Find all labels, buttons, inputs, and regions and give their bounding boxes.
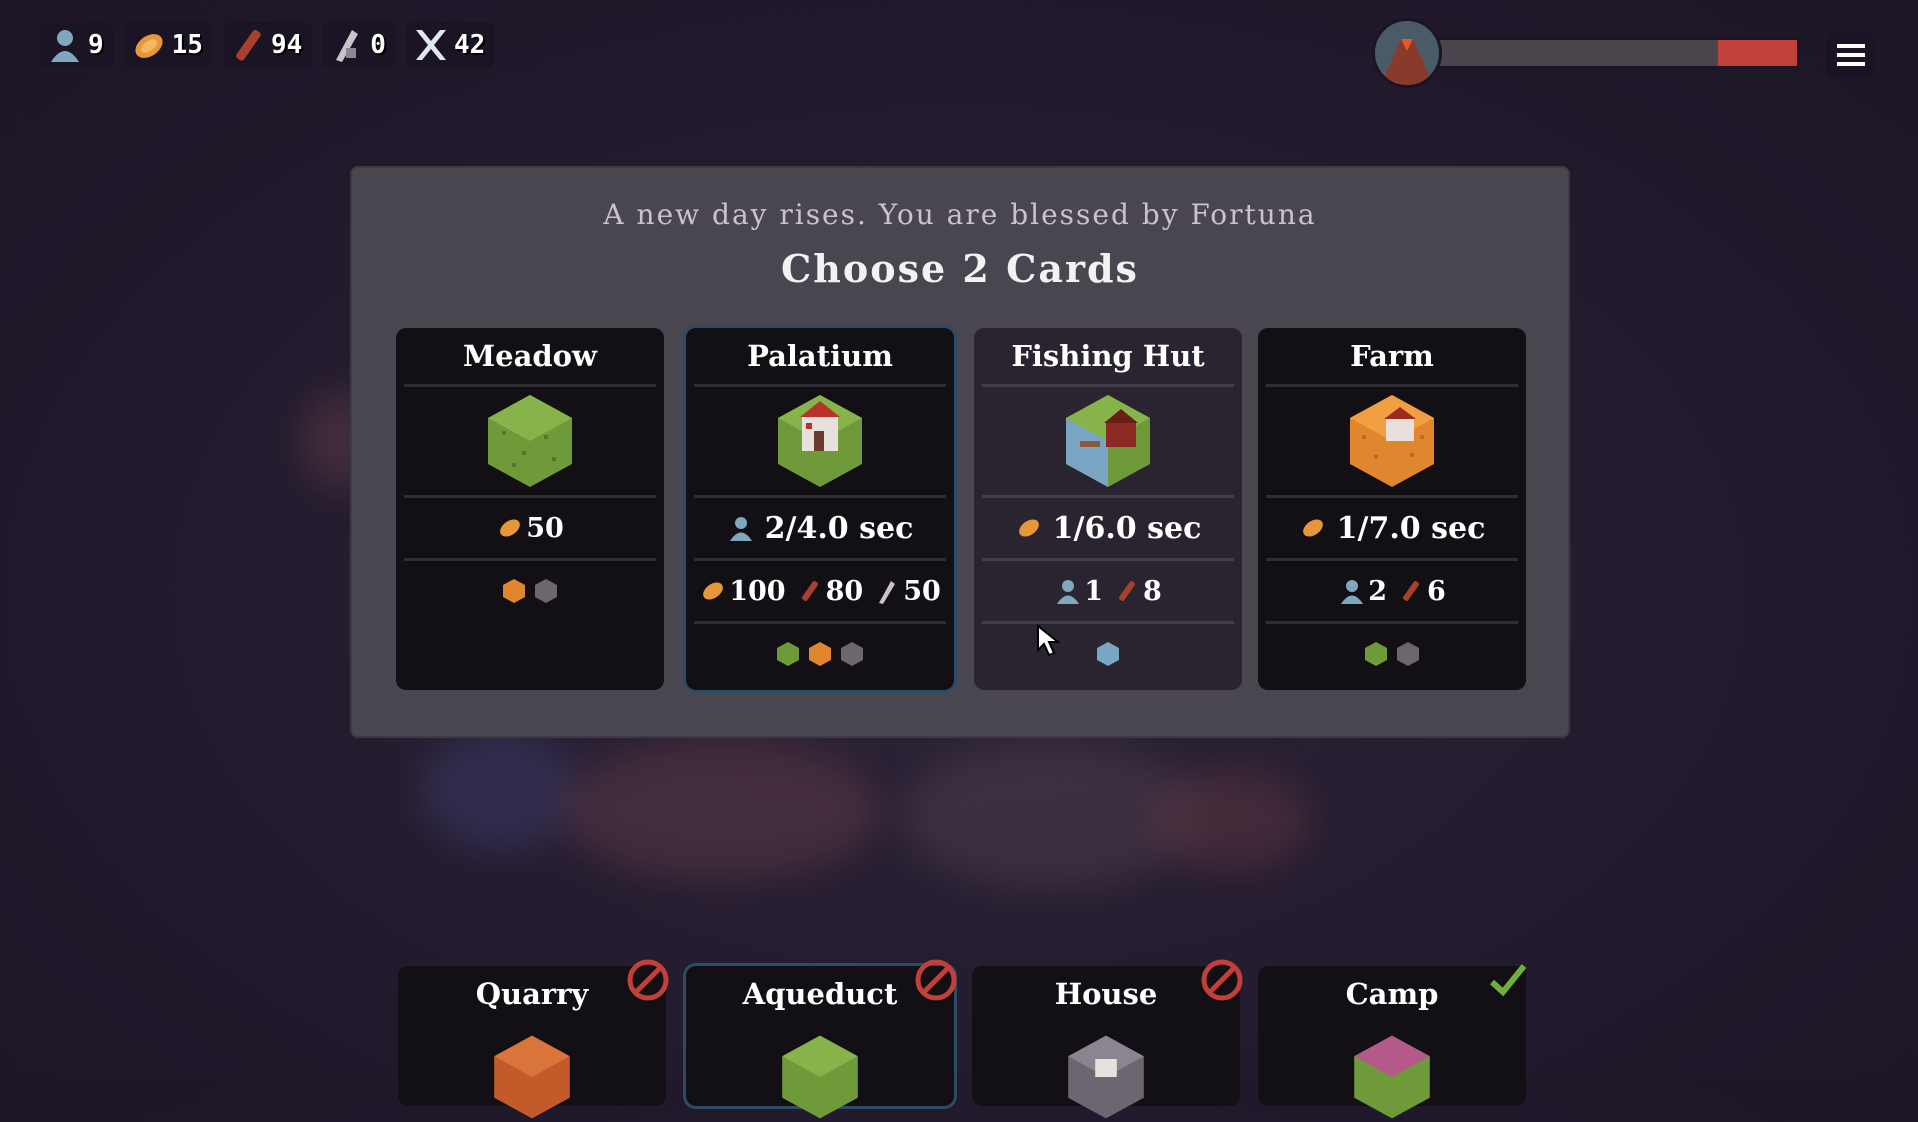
blocked-icon <box>915 959 957 1001</box>
card-farm[interactable]: Farm 1/7.0 sec 2 6 <box>1258 328 1526 690</box>
food-icon <box>1018 519 1039 537</box>
food-counter: 15 <box>123 22 213 68</box>
population-icon <box>1057 580 1080 604</box>
card-cost-row: 2 6 <box>1258 561 1526 621</box>
hand-card-aqueduct[interactable]: Aqueduct <box>686 959 957 1119</box>
stone-hex-icon <box>535 579 557 603</box>
card-fishing-hut[interactable]: Fishing Hut 1/6.0 sec 1 8 <box>974 328 1242 690</box>
adjacency-hexes <box>396 561 664 621</box>
palatium-tile-icon <box>686 387 954 495</box>
population-counter: 9 <box>40 22 114 68</box>
dialog-title: Choose 2 Cards <box>781 246 1139 291</box>
food-icon <box>500 519 521 537</box>
card-meadow[interactable]: Meadow 50 <box>396 328 664 690</box>
blocked-icon <box>1201 959 1243 1001</box>
stone-counter: 0 <box>322 22 396 68</box>
camp-tile-icon <box>1354 1035 1430 1119</box>
card-palatium[interactable]: Palatium 2/4.0 sec 100 80 50 <box>686 328 954 690</box>
aqueduct-tile-icon <box>782 1035 858 1119</box>
mouse-cursor-icon <box>1037 624 1061 657</box>
health-bar <box>1434 37 1800 69</box>
health-bar-fill <box>1717 40 1797 66</box>
population-icon <box>729 517 752 541</box>
background-terrain <box>1150 770 1310 870</box>
menu-button[interactable] <box>1826 32 1876 78</box>
card-name: Palatium <box>747 339 893 373</box>
hamburger-icon-line <box>1837 53 1865 57</box>
population-icon <box>51 30 79 62</box>
food-icon <box>1302 519 1323 537</box>
food-icon <box>135 34 163 58</box>
population-icon <box>1341 580 1364 604</box>
hamburger-icon-line <box>1837 62 1865 66</box>
card-production-row: 1/6.0 sec <box>974 498 1242 558</box>
hamburger-icon-line <box>1837 44 1865 48</box>
stone-hex-icon <box>841 642 863 666</box>
adjacency-hexes <box>974 624 1242 684</box>
dialog-subtitle: A new day rises. You are blessed by Fort… <box>603 198 1317 231</box>
hand-card-house[interactable]: House <box>972 959 1243 1119</box>
background-terrain <box>420 730 580 850</box>
wood-counter: 94 <box>222 22 313 68</box>
farm-tile-icon <box>1258 387 1526 495</box>
hand-card-camp[interactable]: Camp <box>1258 964 1527 1119</box>
wood-icon <box>1403 581 1419 601</box>
field-hex-icon <box>809 642 831 666</box>
day-counter: 42 <box>405 22 496 68</box>
card-name: Fishing Hut <box>1011 339 1205 373</box>
volcano-portrait-icon <box>1372 18 1442 88</box>
adjacency-hexes <box>1258 624 1526 684</box>
stone-icon <box>879 581 896 604</box>
fishing-hut-tile-icon <box>974 387 1242 495</box>
checkmark-icon <box>1489 964 1527 997</box>
quarry-tile-icon <box>494 1035 570 1119</box>
house-tile-icon <box>1068 1035 1144 1119</box>
stone-hex-icon <box>1397 642 1419 666</box>
stone-icon <box>336 30 359 62</box>
grass-hex-icon <box>777 642 799 666</box>
wood-icon <box>1119 581 1135 601</box>
resource-bar: 9 15 94 0 42 <box>40 22 496 68</box>
card-name: Meadow <box>463 339 597 373</box>
meadow-tile-icon <box>396 387 664 495</box>
card-cost-row: 50 <box>396 498 664 558</box>
background-terrain <box>560 740 880 880</box>
day-counter-icon <box>415 30 446 60</box>
water-hex-icon <box>1097 642 1119 666</box>
card-choice-dialog: A new day rises. You are blessed by Fort… <box>352 168 1568 736</box>
hand-card-quarry[interactable]: Quarry <box>398 959 669 1119</box>
card-production-row: 2/4.0 sec <box>686 498 954 558</box>
card-production-row: 1/7.0 sec <box>1258 498 1526 558</box>
wood-icon <box>801 581 818 601</box>
adjacency-hexes <box>686 624 954 684</box>
card-name: Farm <box>1350 339 1434 373</box>
wood-icon <box>236 29 261 61</box>
enemy-health <box>1372 18 1800 88</box>
card-cost-row: 1 8 <box>974 561 1242 621</box>
card-cost-row: 100 80 50 <box>686 561 954 621</box>
blocked-icon <box>627 959 669 1001</box>
field-hex-icon <box>503 579 525 603</box>
grass-hex-icon <box>1365 642 1387 666</box>
food-icon <box>703 582 724 600</box>
